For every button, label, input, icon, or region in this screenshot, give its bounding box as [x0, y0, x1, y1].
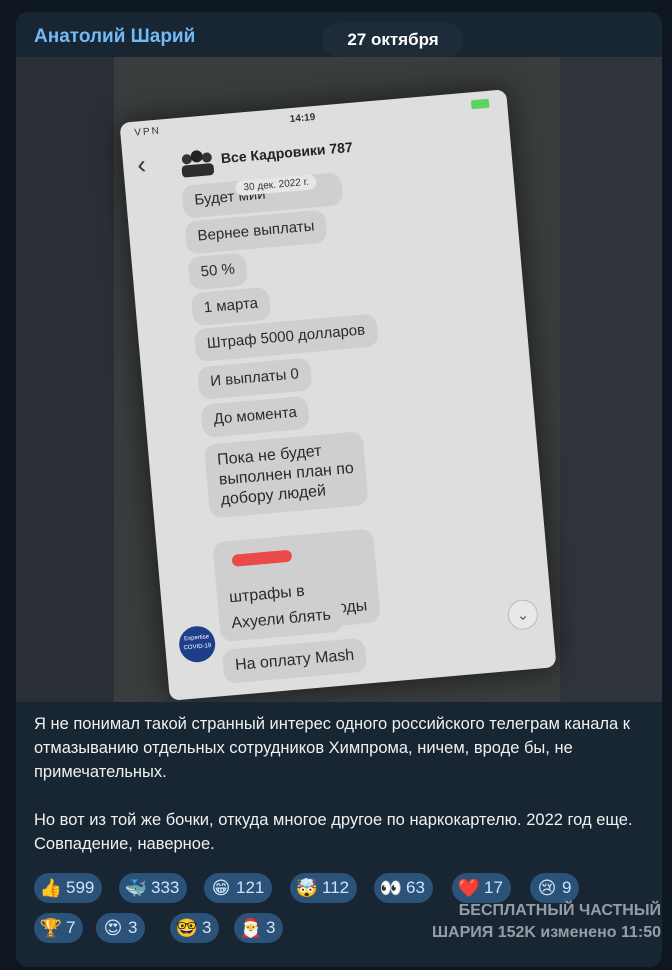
reaction-count: 333 [151, 878, 180, 897]
chat-bubble: До момента [200, 395, 311, 438]
date-pill: 27 октября [322, 23, 464, 57]
reaction-count: 7 [66, 918, 76, 937]
back-arrow-icon: ‹ [135, 148, 148, 180]
reaction-eyes[interactable]: 👀 63 [374, 873, 433, 903]
eyes-icon: 👀 [379, 878, 403, 898]
group-avatar-icon [181, 150, 215, 178]
channel-message: Анатолий Шарий 27 октября VPN 14:19 ‹ Вс… [16, 12, 662, 967]
reaction-thumbs-up[interactable]: 👍 599 [34, 873, 103, 903]
reaction-count: 599 [66, 878, 95, 897]
reaction-count: 9 [562, 878, 572, 897]
mind-blown-icon: 🤯 [295, 878, 319, 898]
message-photo[interactable]: VPN 14:19 ‹ Все Кадровики 787 Будет мии … [16, 57, 662, 702]
reaction-count: 17 [484, 878, 503, 897]
photo-blur-right [560, 57, 662, 702]
trophy-icon: 🏆 [39, 918, 63, 938]
message-author[interactable]: Анатолий Шарий [34, 26, 195, 48]
chat-bubble: 1 марта [190, 286, 272, 327]
watermark: БЕСПЛАТНЫЙ ЧАСТНЫЙ ШАРИЯ 152K изменено 1… [426, 900, 661, 944]
watermark-line: БЕСПЛАТНЫЙ ЧАСТНЫЙ [458, 902, 661, 919]
reaction-nerd[interactable]: 🤓 3 [170, 913, 220, 943]
chat-view: Анатолий Шарий 27 октября VPN 14:19 ‹ Вс… [0, 0, 672, 970]
thumbs-up-icon: 👍 [39, 878, 63, 898]
chat-bubble: 50 % [187, 252, 249, 291]
reaction-count: 3 [128, 918, 138, 937]
heart-eyes-icon: 😍 [103, 918, 123, 938]
crying-icon: 😢 [537, 878, 557, 898]
reaction-heart[interactable]: ❤️ 17 [452, 873, 511, 903]
heart-icon: ❤️ [457, 878, 481, 898]
reaction-trophy[interactable]: 🏆 7 [34, 913, 84, 943]
covid-badge-icon: Expertise COVID-19 [177, 624, 217, 664]
reaction-count: 121 [236, 878, 265, 897]
message-text: Я не понимал такой странный интерес одно… [34, 715, 633, 853]
reaction-crying[interactable]: 😢 9 [530, 873, 580, 903]
chat-bubble: Пока не будет выполнен план по добору лю… [203, 430, 369, 519]
reaction-heart-eyes[interactable]: 😍 3 [96, 913, 146, 943]
reaction-count: 63 [406, 878, 425, 897]
reaction-mind-blown[interactable]: 🤯 112 [290, 873, 358, 903]
reaction-count: 3 [202, 918, 212, 937]
reaction-whale[interactable]: 🐳 333 [119, 873, 188, 903]
grin-icon: 😁 [211, 878, 231, 898]
chat-title: Все Кадровики 787 [220, 138, 354, 167]
status-indicators: VPN [133, 125, 162, 139]
whale-icon: 🐳 [124, 878, 148, 898]
chat-bubble: И выплаты 0 [197, 357, 313, 400]
battery-icon [470, 98, 490, 110]
reaction-grin[interactable]: 😁 121 [204, 873, 273, 903]
redaction-mark [231, 549, 293, 567]
reaction-count: 3 [266, 918, 276, 937]
santa-icon: 🎅 [239, 918, 263, 938]
nerd-icon: 🤓 [175, 918, 199, 938]
watermark-line: ШАРИЯ 152K изменено 11:50 [431, 924, 661, 941]
scroll-down-icon: ⌄ [506, 598, 540, 631]
reaction-santa[interactable]: 🎅 3 [234, 913, 284, 943]
status-time: 14:19 [289, 111, 316, 126]
phone-screenshot: VPN 14:19 ‹ Все Кадровики 787 Будет мии … [119, 89, 557, 701]
reaction-count: 112 [322, 878, 350, 897]
photo-blur-left [16, 57, 114, 702]
chat-bubble: На оплату Mash [221, 637, 368, 684]
